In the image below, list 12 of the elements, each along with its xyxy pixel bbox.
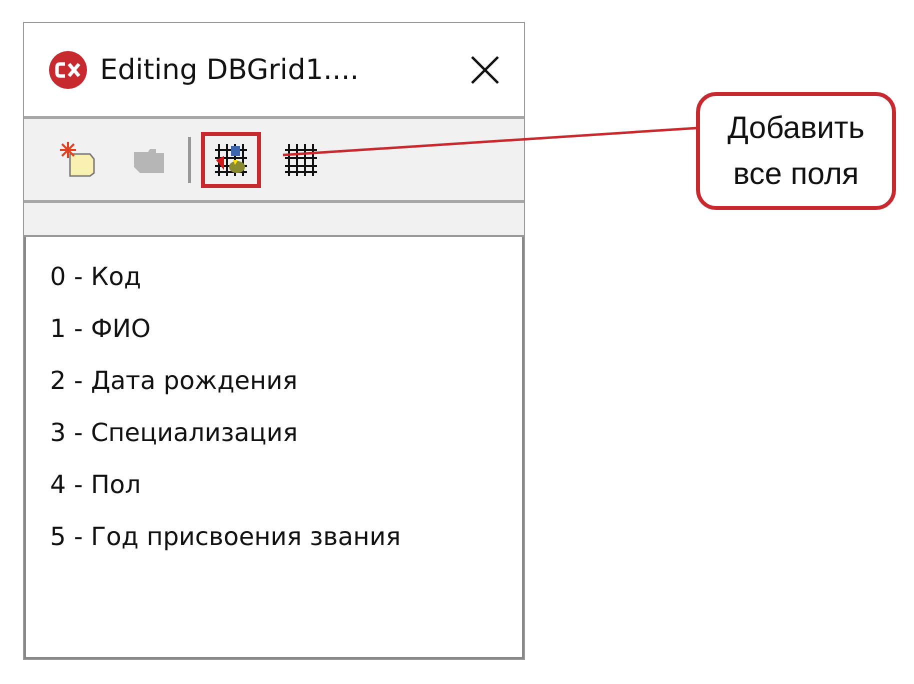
window-title: Editing DBGrid1.... — [100, 53, 360, 86]
callout-text: Добавить все поля — [696, 92, 896, 210]
field-item[interactable]: 2 - Дата рождения — [50, 355, 522, 407]
field-item[interactable]: 4 - Пол — [50, 459, 522, 511]
field-item[interactable]: 5 - Год присвоения звания — [50, 511, 522, 563]
sparkle-folder-icon — [58, 140, 98, 180]
app-logo-icon — [48, 50, 88, 90]
field-item[interactable]: 3 - Специализация — [50, 407, 522, 459]
close-icon[interactable] — [470, 54, 500, 84]
field-item[interactable]: 1 - ФИО — [50, 303, 522, 355]
field-item[interactable]: 0 - Код — [50, 251, 522, 303]
toolbar-button[interactable] — [201, 132, 261, 188]
